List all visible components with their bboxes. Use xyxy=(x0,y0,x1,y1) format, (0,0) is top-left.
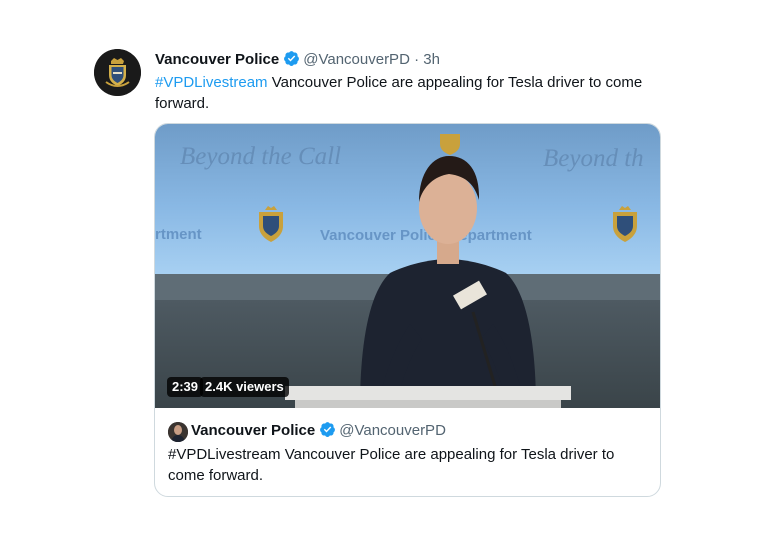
verified-badge-icon xyxy=(283,50,300,67)
quoted-avatar-photo xyxy=(168,422,188,442)
backdrop-text-left: Beyond the Call xyxy=(180,143,341,170)
hashtag-link[interactable]: #VPDLivestream xyxy=(155,74,268,91)
avatar[interactable] xyxy=(94,49,141,96)
tweet-header: Vancouver Police @VancouverPD · 3h xyxy=(155,50,440,70)
separator: · xyxy=(414,51,420,68)
viewer-count: 2.4K viewers xyxy=(200,377,289,397)
podium xyxy=(285,386,571,408)
livestream-video[interactable]: Beyond the Call Beyond th rtment Vancouv… xyxy=(155,124,660,408)
video-frame: Beyond the Call Beyond th rtment Vancouv… xyxy=(155,124,660,408)
police-crest-icon xyxy=(94,49,141,96)
quoted-display-name[interactable]: Vancouver Police xyxy=(191,422,315,439)
video-duration: 2:39 xyxy=(167,377,204,397)
quoted-text: #VPDLivestream Vancouver Police are appe… xyxy=(168,446,615,484)
quoted-handle[interactable]: @VancouverPD xyxy=(339,422,446,439)
quoted-card[interactable]: Beyond the Call Beyond th rtment Vancouv… xyxy=(154,123,661,497)
timestamp[interactable]: 3h xyxy=(423,51,440,68)
quoted-avatar xyxy=(168,422,188,442)
tweet[interactable]: Vancouver Police @VancouverPD · 3h #VPDLi… xyxy=(0,0,774,549)
verified-badge-icon xyxy=(319,421,336,438)
display-name[interactable]: Vancouver Police xyxy=(155,51,279,68)
quoted-header: Vancouver Police @VancouverPD xyxy=(191,421,446,441)
tweet-text: #VPDLivestream Vancouver Police are appe… xyxy=(155,72,655,114)
backdrop-text-right: Beyond th xyxy=(543,145,644,172)
backdrop-dept-left: rtment xyxy=(155,226,202,243)
handle[interactable]: @VancouverPD xyxy=(303,51,410,68)
quoted-tweet[interactable]: Vancouver Police @VancouverPD #VPDLivestr… xyxy=(155,409,660,496)
